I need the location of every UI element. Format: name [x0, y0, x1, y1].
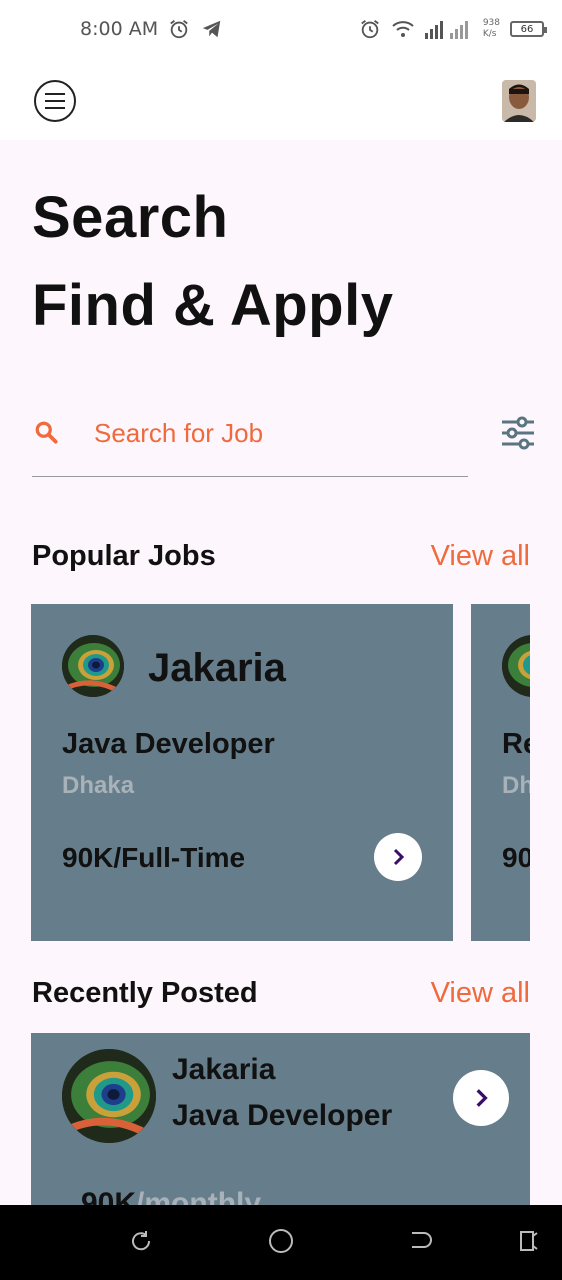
- salary-amount: 90K: [81, 1187, 137, 1205]
- recent-job-card[interactable]: Jakaria Java Developer 90K/monthly: [31, 1033, 530, 1205]
- telegram-icon: [202, 20, 221, 38]
- back-icon[interactable]: [407, 1227, 435, 1255]
- battery-level: 66: [520, 23, 534, 35]
- peacock-feather-image: [502, 635, 530, 697]
- status-bar: 8:00 AM 938 K/s 66: [0, 0, 562, 64]
- net-speed-value: 938: [482, 18, 500, 28]
- company-name: Jakaria: [172, 1053, 276, 1086]
- open-job-button[interactable]: [374, 833, 422, 881]
- job-salary: 90: [502, 842, 530, 873]
- status-time: 8:00 AM: [80, 18, 159, 40]
- search-input[interactable]: [94, 415, 454, 451]
- job-card[interactable]: Re Dh 90: [471, 604, 530, 941]
- avatar-image: [502, 80, 536, 122]
- alarm-icon: [170, 20, 188, 39]
- hamburger-menu-icon-line: [45, 107, 65, 109]
- headline-search: Search: [32, 185, 229, 250]
- company-logo: [502, 635, 530, 697]
- home-icon[interactable]: [267, 1227, 295, 1255]
- job-location: Dhaka: [62, 772, 135, 799]
- open-job-button[interactable]: [453, 1070, 509, 1126]
- company-name: Jakaria: [148, 646, 286, 690]
- signal-icon: [424, 21, 468, 39]
- job-title: Java Developer: [172, 1099, 393, 1132]
- peacock-feather-image: [62, 1049, 156, 1143]
- job-title: Java Developer: [62, 728, 275, 760]
- job-location: Dh: [502, 772, 530, 799]
- company-logo: [62, 1049, 156, 1143]
- hamburger-menu-icon-line: [45, 100, 65, 102]
- company-logo: [62, 635, 124, 697]
- chevron-right-icon: [476, 1089, 488, 1107]
- hamburger-menu-icon: [45, 93, 65, 95]
- salary-unit: /monthly: [136, 1187, 262, 1205]
- headline-find-apply: Find & Apply: [32, 273, 394, 338]
- search-bar: [32, 405, 468, 477]
- rotate-icon[interactable]: [127, 1227, 155, 1255]
- menu-button[interactable]: [34, 80, 76, 122]
- network-speed: 938 K/s: [483, 18, 500, 40]
- status-left: 8:00 AM: [80, 18, 224, 40]
- job-salary: 90K/Full-Time: [62, 842, 246, 873]
- recent-view-all-link[interactable]: View all: [431, 977, 530, 1010]
- recently-posted-title: Recently Posted: [32, 977, 258, 1009]
- net-speed-unit: K/s: [482, 29, 497, 39]
- job-title: Re: [502, 728, 530, 760]
- sliders-filter-icon[interactable]: [500, 416, 536, 450]
- status-right: 938 K/s 66: [359, 18, 547, 40]
- job-card[interactable]: Jakaria Java Developer Dhaka 90K/Full-Ti…: [31, 604, 453, 941]
- search-icon: [35, 421, 58, 444]
- battery-icon: 66: [510, 21, 547, 37]
- wifi-icon: [392, 21, 414, 37]
- chevron-right-icon: [393, 848, 405, 866]
- popular-jobs-title: Popular Jobs: [32, 540, 216, 572]
- job-salary: 90K/monthly: [81, 1187, 261, 1205]
- app-bar: [0, 64, 562, 140]
- popular-view-all-link[interactable]: View all: [431, 540, 530, 573]
- profile-avatar[interactable]: [502, 80, 536, 122]
- recent-apps-icon[interactable]: [514, 1227, 542, 1255]
- alarm-icon-right: [361, 20, 379, 39]
- peacock-feather-image: [62, 635, 124, 697]
